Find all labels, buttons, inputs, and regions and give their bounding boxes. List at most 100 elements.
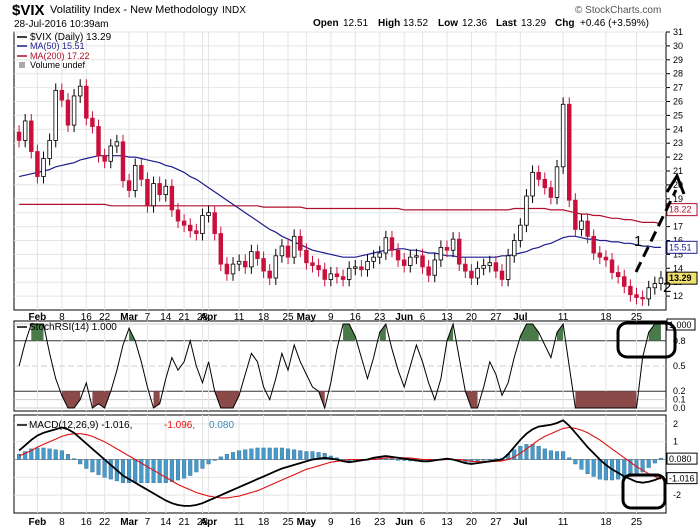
low-label: Low bbox=[438, 18, 458, 29]
macd-histogram-bar bbox=[530, 444, 535, 460]
candle-body bbox=[438, 247, 444, 261]
candle-body bbox=[279, 245, 285, 257]
price-y-tick-label: 29 bbox=[673, 55, 683, 65]
macd-histogram-bar bbox=[249, 448, 254, 460]
macd-histogram-bar bbox=[273, 447, 278, 460]
macd-histogram-bar bbox=[475, 459, 480, 462]
candle-body bbox=[261, 258, 266, 272]
candle-body bbox=[518, 224, 523, 241]
macd-histogram-bar bbox=[267, 447, 272, 460]
annotation-2: 2 bbox=[663, 279, 671, 296]
candle-body bbox=[408, 256, 413, 266]
macd-y-tick-label: -2 bbox=[673, 490, 681, 500]
macd-histogram-bar bbox=[561, 451, 566, 460]
candle-body bbox=[267, 270, 272, 279]
macd-histogram-bar bbox=[261, 447, 266, 460]
candle-body bbox=[291, 235, 297, 258]
last-label: Last bbox=[496, 18, 517, 29]
macd-histogram-bar bbox=[310, 451, 315, 460]
candle-body bbox=[194, 230, 199, 234]
candle-body bbox=[548, 187, 554, 198]
candle-body bbox=[108, 145, 113, 162]
macd-histogram-bar bbox=[53, 449, 58, 460]
candle-body bbox=[383, 237, 389, 254]
candle-body bbox=[359, 266, 364, 271]
candle-body bbox=[16, 131, 22, 141]
candle-body bbox=[622, 276, 627, 287]
watermark: © StockCharts.com bbox=[575, 5, 661, 16]
candle-body bbox=[597, 252, 603, 258]
macd-histogram-bar bbox=[652, 459, 657, 464]
macd-x-tick-label: Mar bbox=[120, 517, 138, 528]
legend-hist: 0.080 bbox=[209, 420, 234, 431]
macd-last-tag-label: 0.080 bbox=[669, 454, 692, 464]
legend-volume: Volume undef bbox=[30, 60, 86, 70]
candle-body bbox=[163, 185, 169, 196]
macd-histogram-bar bbox=[396, 459, 401, 461]
macd-histogram-bar bbox=[585, 459, 590, 474]
price-y-tick-label: 25 bbox=[673, 110, 683, 120]
candle-body bbox=[530, 171, 535, 197]
candle-body bbox=[511, 240, 517, 257]
macd-histogram-bar bbox=[292, 449, 297, 460]
macd-histogram-bar bbox=[554, 451, 560, 460]
candle-body bbox=[615, 272, 621, 278]
macd-histogram-bar bbox=[200, 459, 205, 469]
macd-histogram-bar bbox=[194, 459, 199, 473]
macd-x-tick-label: 18 bbox=[600, 517, 612, 528]
macd-histogram-bar bbox=[579, 459, 584, 470]
candle-body bbox=[90, 117, 95, 127]
candle-body bbox=[273, 255, 279, 279]
price-y-tick-label: 26 bbox=[673, 97, 683, 107]
chg-label: Chg bbox=[555, 18, 574, 29]
macd-x-tick-label: 14 bbox=[160, 517, 172, 528]
candle-body bbox=[499, 270, 505, 280]
macd-x-tick-label: 23 bbox=[374, 517, 386, 528]
stochrsi-overbought-fill bbox=[557, 324, 564, 341]
candle-body bbox=[212, 212, 217, 234]
candle-body bbox=[646, 287, 651, 300]
candle-body bbox=[487, 262, 493, 266]
legend-signal: -1.096, bbox=[164, 420, 195, 431]
macd-histogram-bar bbox=[304, 451, 309, 460]
datetime-label: 28-Jul-2016 10:39am bbox=[14, 19, 109, 30]
candle-body bbox=[65, 99, 71, 126]
candle-body bbox=[340, 276, 346, 280]
macd-x-tick-label: 22 bbox=[99, 517, 111, 528]
price-y-tick-label: 30 bbox=[673, 41, 683, 51]
macd-histogram-bar bbox=[536, 445, 541, 460]
low-value: 12.36 bbox=[462, 18, 487, 29]
ma200-line bbox=[19, 203, 662, 225]
stochrsi-overbought-fill bbox=[520, 324, 539, 341]
candle-body bbox=[285, 245, 291, 258]
macd-x-tick-label: Apr bbox=[200, 517, 217, 528]
candle-body bbox=[218, 233, 224, 265]
macd-histogram-bar bbox=[59, 450, 64, 460]
macd-histogram-bar bbox=[206, 459, 211, 465]
candle-body bbox=[475, 267, 480, 279]
candle-body bbox=[126, 180, 132, 191]
macd-histogram-bar bbox=[230, 452, 236, 460]
macd-histogram-bar bbox=[65, 454, 70, 460]
stochrsi-oversold-fill bbox=[575, 391, 637, 408]
candle-body bbox=[22, 120, 28, 141]
price-y-tick-label: 17 bbox=[673, 222, 683, 232]
legend-stochrsi: StochRSI(14) 1.000 bbox=[29, 322, 117, 333]
macd-histogram-bar bbox=[47, 448, 52, 460]
candle-body bbox=[573, 199, 578, 230]
candle-body bbox=[157, 183, 162, 196]
candle-body bbox=[114, 141, 120, 147]
macd-x-tick-label: Feb bbox=[29, 517, 47, 528]
candle-body bbox=[71, 95, 77, 126]
candle-body bbox=[444, 247, 450, 251]
macd-histogram-bar bbox=[279, 447, 284, 460]
macd-histogram-bar bbox=[145, 459, 150, 483]
legend-macd: MACD(12,26,9) -1.016, bbox=[29, 420, 132, 431]
stock-chart: $VIX Volatility Index - New Methodology … bbox=[12, 2, 698, 528]
candle-body bbox=[53, 89, 58, 141]
candle-body bbox=[255, 251, 260, 259]
candle-body bbox=[652, 283, 658, 289]
candle-body bbox=[151, 183, 156, 207]
macd-x-tick-label: 20 bbox=[466, 517, 478, 528]
macd-x-tick-label: 11 bbox=[234, 517, 245, 528]
